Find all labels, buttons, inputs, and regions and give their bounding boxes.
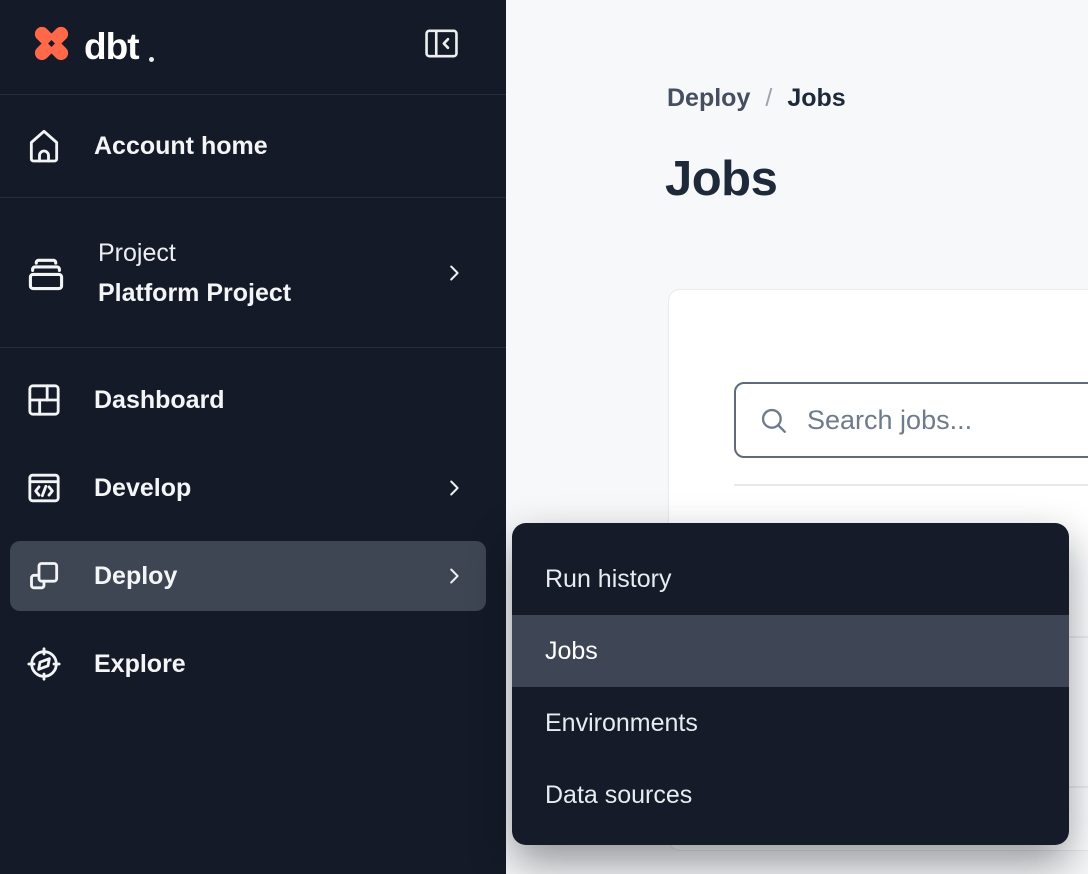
- dbt-logo[interactable]: dbt: [28, 20, 154, 67]
- dbt-logo-icon: [28, 20, 75, 67]
- menu-item-environments[interactable]: Environments: [512, 687, 1069, 759]
- home-icon: [24, 126, 64, 166]
- develop-icon: [24, 468, 64, 508]
- collapse-sidebar-button[interactable]: [423, 27, 460, 60]
- sidebar-item-deploy[interactable]: Deploy: [0, 532, 506, 620]
- breadcrumb-separator: /: [765, 84, 772, 113]
- sidebar: dbt Account home: [0, 0, 506, 874]
- sidebar-item-label: Explore: [94, 650, 186, 679]
- project-label: Project: [98, 233, 291, 273]
- page-title: Jobs: [665, 151, 777, 207]
- sidebar-item-label: Dashboard: [94, 386, 225, 415]
- sidebar-item-label: Deploy: [94, 562, 177, 591]
- dbt-logo-text: dbt: [84, 28, 139, 67]
- menu-item-data-sources[interactable]: Data sources: [512, 759, 1069, 831]
- project-stack-icon: [24, 251, 68, 295]
- sidebar-item-label: Develop: [94, 474, 191, 503]
- sidebar-item-develop[interactable]: Develop: [0, 444, 506, 532]
- deploy-flyout-menu: Run history Jobs Environments Data sourc…: [512, 523, 1069, 845]
- breadcrumb-current: Jobs: [787, 84, 845, 113]
- sidebar-header: dbt: [0, 0, 506, 95]
- sidebar-item-dashboard[interactable]: Dashboard: [0, 356, 506, 444]
- sidebar-item-project[interactable]: Project Platform Project: [0, 198, 506, 348]
- collapse-sidebar-icon: [423, 27, 460, 60]
- chevron-right-icon: [442, 476, 466, 500]
- project-name: Platform Project: [98, 273, 291, 313]
- explore-compass-icon: [24, 644, 64, 684]
- sidebar-nav: Dashboard Develop: [0, 348, 506, 708]
- chevron-right-icon: [442, 564, 466, 588]
- sidebar-item-explore[interactable]: Explore: [0, 620, 506, 708]
- search-icon: [757, 404, 790, 437]
- dashboard-icon: [24, 380, 64, 420]
- dbt-logo-trademark-dot: [149, 57, 154, 62]
- chevron-right-icon: [442, 261, 466, 285]
- deploy-icon: [24, 556, 64, 596]
- menu-item-run-history[interactable]: Run history: [512, 543, 1069, 615]
- breadcrumb-parent-link[interactable]: Deploy: [667, 84, 750, 113]
- sidebar-item-label: Account home: [94, 132, 268, 161]
- menu-item-jobs[interactable]: Jobs: [512, 615, 1069, 687]
- search-box: [734, 382, 1088, 458]
- card-divider: [734, 484, 1088, 486]
- sidebar-item-account-home[interactable]: Account home: [0, 95, 506, 198]
- search-jobs-input[interactable]: [807, 405, 1088, 436]
- breadcrumb: Deploy / Jobs: [667, 84, 846, 113]
- project-selector-text: Project Platform Project: [98, 233, 291, 313]
